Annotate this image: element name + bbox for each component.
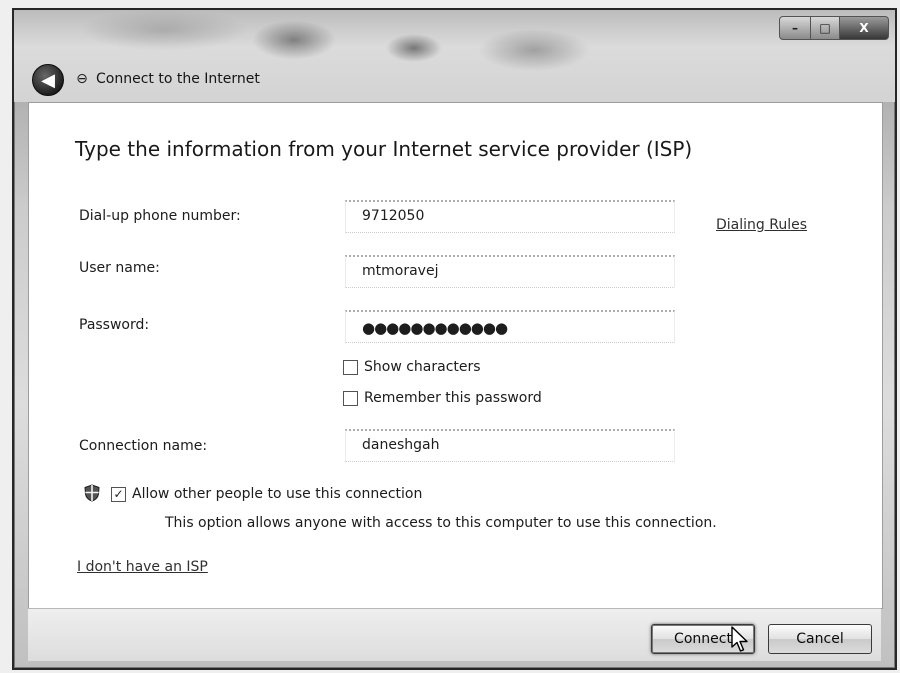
remember-password-option[interactable]: Remember this password [343,390,542,406]
allow-others-description: This option allows anyone with access to… [165,515,717,531]
minimize-button[interactable]: – [779,16,811,40]
maximize-button[interactable]: □ [811,16,840,40]
network-connection-icon: ⊖ [76,71,88,87]
close-button[interactable]: X [840,16,889,40]
mouse-pointer-icon [731,626,748,652]
wizard-content: Type the information from your Internet … [28,102,883,609]
window-title: Connect to the Internet [96,71,260,87]
title-bar: – □ X ◀ ⊖ Connect to the Internet [14,10,895,102]
connection-name-label: Connection name: [79,438,208,454]
password-label: Password: [79,317,150,333]
phone-number-input[interactable]: 9712050 [345,200,675,233]
password-input[interactable]: ●●●●●●●●●●●● [345,310,675,343]
username-label: User name: [79,260,160,276]
dialing-rules-link[interactable]: Dialing Rules [716,217,807,233]
back-arrow-icon[interactable]: ◀ [32,64,64,96]
page-heading: Type the information from your Internet … [75,137,693,161]
connect-to-internet-window: – □ X ◀ ⊖ Connect to the Internet Type t… [12,8,897,670]
phone-label: Dial-up phone number: [79,208,241,224]
show-characters-checkbox[interactable] [343,359,358,375]
allow-others-checkbox[interactable]: ✓ [111,486,126,502]
button-bar: Connect Cancel [28,608,881,661]
remember-password-label: Remember this password [364,390,542,406]
window-controls: – □ X [779,16,889,40]
connection-name-input[interactable]: daneshgah [345,429,675,462]
allow-others-option[interactable]: ✓ Allow other people to use this connect… [111,486,422,502]
show-characters-option[interactable]: Show characters [343,359,481,375]
cancel-button[interactable]: Cancel [768,624,872,654]
remember-password-checkbox[interactable] [343,390,358,406]
allow-others-label: Allow other people to use this connectio… [132,486,423,502]
username-input[interactable]: mtmoravej [345,255,675,288]
uac-shield-icon [84,484,100,502]
show-characters-label: Show characters [364,359,481,375]
no-isp-link[interactable]: I don't have an ISP [77,559,208,575]
